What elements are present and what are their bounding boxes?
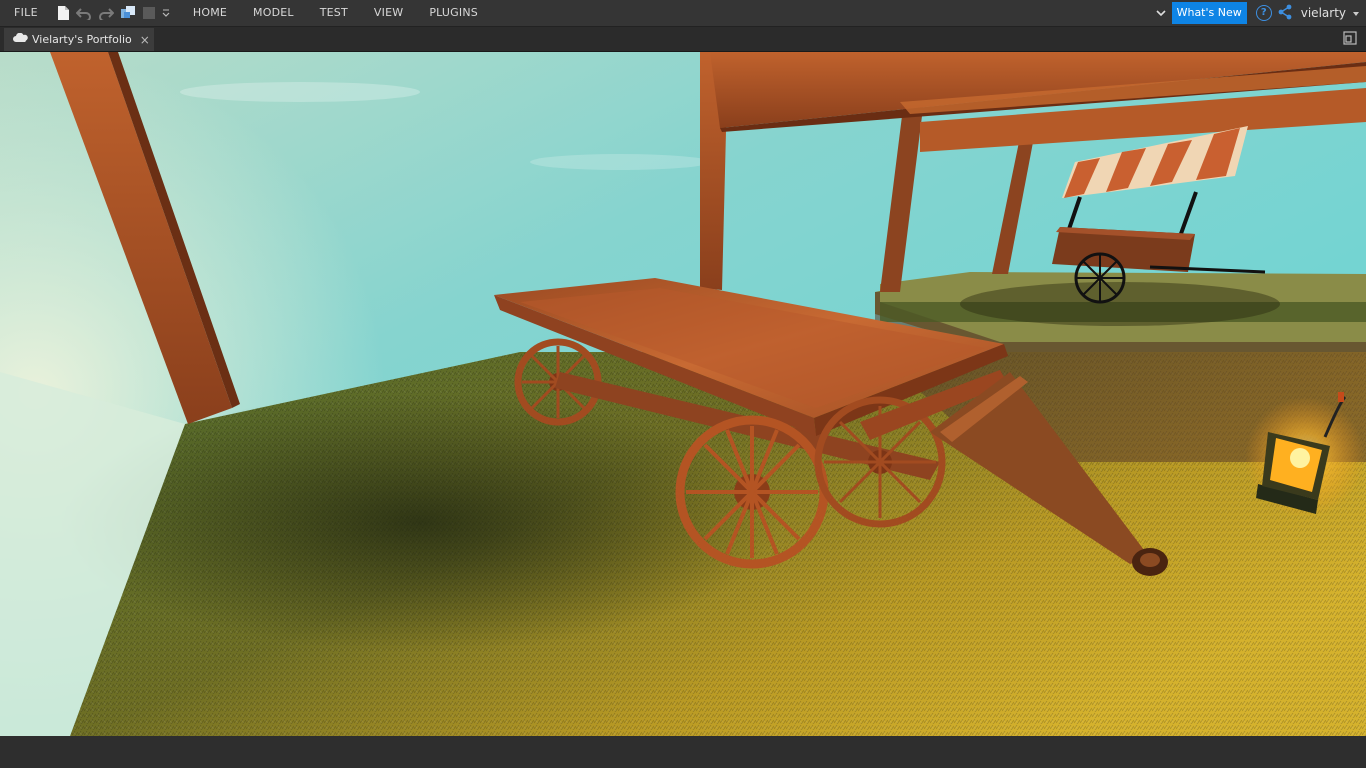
tab-plugins[interactable]: PLUGINS [416, 0, 491, 26]
3d-viewport[interactable] [0, 52, 1366, 736]
help-icon[interactable]: ? [1255, 5, 1272, 21]
document-tab[interactable]: Vielarty's Portfolio × [4, 28, 154, 51]
username-menu[interactable]: vielarty [1301, 6, 1346, 20]
tab-test[interactable]: TEST [307, 0, 361, 26]
package-icon[interactable] [120, 5, 136, 21]
header-right: What's New ? vielarty [1150, 0, 1366, 26]
ribbon-tabs: HOME MODEL TEST VIEW PLUGINS [180, 0, 491, 26]
chevron-down-icon[interactable] [1150, 7, 1172, 20]
new-file-icon[interactable] [56, 5, 70, 21]
scene-render [0, 52, 1366, 736]
redo-icon[interactable] [98, 6, 114, 20]
share-icon[interactable] [1277, 4, 1293, 23]
whats-new-button[interactable]: What's New [1171, 2, 1247, 24]
document-tab-title: Vielarty's Portfolio [32, 33, 132, 46]
close-icon[interactable]: × [140, 33, 150, 47]
cloud-icon [12, 32, 28, 46]
user-chevron-icon[interactable] [1346, 7, 1366, 20]
tab-model[interactable]: MODEL [240, 0, 307, 26]
quick-access-toolbar [56, 5, 170, 21]
menu-bar: FILE HOME MODEL TEST VIEW PLUGINS What's… [0, 0, 1366, 27]
tab-view[interactable]: VIEW [361, 0, 416, 26]
tab-home[interactable]: HOME [180, 0, 240, 26]
file-menu[interactable]: FILE [0, 0, 52, 26]
status-bar [0, 736, 1366, 768]
dropdown-icon[interactable] [162, 8, 170, 18]
document-tab-bar: Vielarty's Portfolio × [0, 27, 1366, 52]
undo-icon[interactable] [75, 6, 92, 20]
dock-icon[interactable] [1342, 30, 1358, 50]
stop-icon[interactable] [142, 6, 156, 20]
